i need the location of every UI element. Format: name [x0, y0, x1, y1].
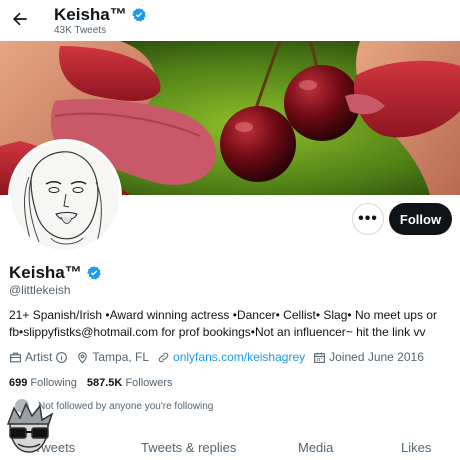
following-link[interactable]: 699 Following	[9, 377, 77, 389]
category-text: Artist	[25, 350, 53, 364]
header-name: Keisha™	[54, 5, 147, 25]
followed-by-text: Not followed by anyone you're following	[38, 401, 214, 412]
joined-text: Joined June 2016	[329, 350, 424, 364]
profile-name: Keisha™	[9, 263, 102, 283]
profile-handle: @littlekeish	[9, 283, 71, 297]
location-item: Tampa, FL	[76, 350, 149, 364]
profile-tabs: Tweets Tweets & replies Media Likes	[0, 432, 460, 460]
more-options-button[interactable]: •••	[352, 203, 384, 235]
link-icon	[158, 352, 169, 362]
website-link[interactable]: onlyfans.com/keishagrey	[173, 350, 305, 364]
briefcase-icon	[10, 352, 21, 362]
verified-badge-icon	[86, 266, 101, 280]
top-bar: Keisha™ 43K Tweets	[0, 0, 460, 40]
profile-bio: 21+ Spanish/Irish •Award winning actress…	[9, 308, 437, 339]
back-arrow-icon[interactable]	[10, 9, 30, 29]
followers-count: 587.5K	[86, 377, 123, 389]
calendar-icon	[314, 352, 326, 363]
profile-meta: Artist Tampa, FL onlyfans.com/keishagrey…	[9, 350, 459, 364]
following-count: 699	[9, 377, 28, 389]
follow-button[interactable]: Follow	[389, 203, 452, 235]
website-item[interactable]: onlyfans.com/keishagrey	[157, 350, 305, 364]
avatar-sketch-image	[11, 142, 119, 250]
verified-badge-icon	[131, 8, 146, 22]
tweet-count: 43K Tweets	[54, 25, 107, 36]
follow-stats: 699 Following 587.5K Followers	[9, 377, 173, 389]
tab-tweets-replies[interactable]: Tweets & replies	[141, 440, 236, 455]
header-name-text: Keisha™	[54, 5, 127, 24]
watermark-logo	[6, 402, 54, 453]
profile-name-text: Keisha™	[9, 263, 82, 282]
following-label: Following	[30, 377, 77, 389]
info-icon[interactable]	[55, 351, 68, 364]
tab-likes[interactable]: Likes	[401, 440, 431, 455]
followers-label: Followers	[125, 377, 173, 389]
profile-avatar[interactable]	[8, 139, 122, 253]
joined-item: Joined June 2016	[313, 350, 424, 364]
location-text: Tampa, FL	[92, 350, 150, 364]
followers-link[interactable]: 587.5K Followers	[87, 377, 173, 389]
tab-media[interactable]: Media	[298, 440, 333, 455]
category-item: Artist	[9, 350, 68, 364]
location-pin-icon	[78, 351, 88, 364]
